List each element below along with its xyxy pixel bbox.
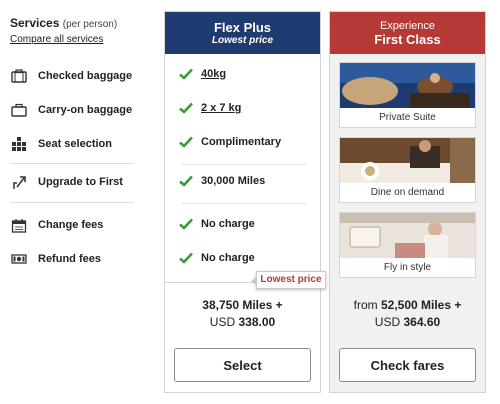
flex-feature-upgrade: 30,000 Miles <box>179 175 265 187</box>
flex-divider <box>181 164 307 165</box>
service-label: Upgrade to First <box>38 176 123 188</box>
flex-feature-value: No charge <box>201 252 255 264</box>
service-label: Checked baggage <box>38 70 133 82</box>
first-class-price: from 52,500 Miles + USD 364.60 <box>330 297 485 331</box>
service-label: Refund fees <box>38 253 101 265</box>
flex-divider <box>181 203 307 204</box>
private-suite-image[interactable]: Private Suite <box>339 62 476 128</box>
service-label: Change fees <box>38 219 104 231</box>
flex-price: 38,750 Miles + USD 338.00 <box>165 297 320 331</box>
first-price-prefix: from <box>353 298 378 312</box>
first-class-card: Experience First Class Private Suite Din… <box>329 11 486 393</box>
checkmark-icon <box>179 102 193 114</box>
checkmark-icon <box>179 218 193 230</box>
flex-plus-card: Flex Plus Lowest price 40kg 2 x 7 kg Com… <box>164 11 321 393</box>
dine-on-demand-caption: Dine on demand <box>370 187 445 198</box>
first-price-miles: 52,500 Miles + <box>380 298 462 312</box>
first-class-title: First Class <box>374 31 441 47</box>
checkmark-icon <box>179 175 193 187</box>
service-row-refund-fees: Refund fees <box>10 251 101 267</box>
services-title: Services (per person) <box>10 16 140 30</box>
lowest-price-badge: Lowest price <box>251 271 326 289</box>
flex-price-amount: 338.00 <box>238 315 276 329</box>
first-class-header: Experience First Class <box>330 12 485 54</box>
fly-in-style-caption: Fly in style <box>383 262 432 273</box>
services-divider <box>10 202 134 203</box>
first-class-title-top: Experience <box>379 19 436 32</box>
flex-feature-value: 30,000 Miles <box>201 175 266 187</box>
flex-plus-subtitle: Lowest price <box>211 35 274 46</box>
service-row-upgrade: Upgrade to First <box>10 174 123 190</box>
carry-on-baggage-icon <box>10 102 28 118</box>
private-suite-caption: Private Suite <box>379 112 436 123</box>
services-panel: Services (per person) Compare all servic… <box>10 16 140 45</box>
flex-feature-checked-baggage: 40kg <box>179 68 226 80</box>
dine-on-demand-photo <box>340 138 475 183</box>
flex-feature-value[interactable]: 40kg <box>201 68 226 80</box>
flex-plus-header: Flex Plus Lowest price <box>165 12 320 54</box>
flex-feature-seat-selection: Complimentary <box>179 136 281 148</box>
services-title-suffix: (per person) <box>62 19 118 30</box>
flex-feature-carry-on: 2 x 7 kg <box>179 102 241 114</box>
upgrade-icon <box>10 174 28 190</box>
checkmark-icon <box>179 252 193 264</box>
flex-price-currency: USD <box>209 315 236 329</box>
private-suite-photo <box>340 63 475 108</box>
cash-icon <box>10 251 28 267</box>
fly-in-style-image[interactable]: Fly in style <box>339 212 476 278</box>
service-row-checked-baggage: Checked baggage <box>10 68 132 84</box>
service-row-carry-on-baggage: Carry-on baggage <box>10 102 132 118</box>
fly-in-style-photo <box>340 213 475 258</box>
check-fares-button[interactable]: Check fares <box>339 348 476 382</box>
service-row-seat-selection: Seat selection <box>10 136 112 152</box>
flex-feature-change-fees: No charge <box>179 218 255 230</box>
compare-all-services-link[interactable]: Compare all services <box>10 34 140 45</box>
flex-feature-value: Complimentary <box>201 136 282 148</box>
first-price-amount: 364.60 <box>403 315 441 329</box>
dine-on-demand-image[interactable]: Dine on demand <box>339 137 476 203</box>
service-label: Carry-on baggage <box>38 104 133 116</box>
service-row-change-fees: Change fees <box>10 217 103 233</box>
flex-feature-value: No charge <box>201 218 255 230</box>
seat-selection-icon <box>10 136 28 152</box>
checked-baggage-icon <box>10 68 28 84</box>
service-label: Seat selection <box>38 138 112 150</box>
services-divider <box>10 163 134 164</box>
select-button[interactable]: Select <box>174 348 311 382</box>
services-title-text: Services <box>10 16 60 30</box>
flex-price-miles: 38,750 Miles + <box>202 298 283 312</box>
flex-feature-value[interactable]: 2 x 7 kg <box>201 102 241 114</box>
checkmark-icon <box>179 68 193 80</box>
first-price-currency: USD <box>374 315 401 329</box>
flex-plus-title: Flex Plus <box>213 20 272 35</box>
checkmark-icon <box>179 136 193 148</box>
flex-feature-refund-fees: No charge <box>179 252 255 264</box>
calendar-icon <box>10 217 28 233</box>
